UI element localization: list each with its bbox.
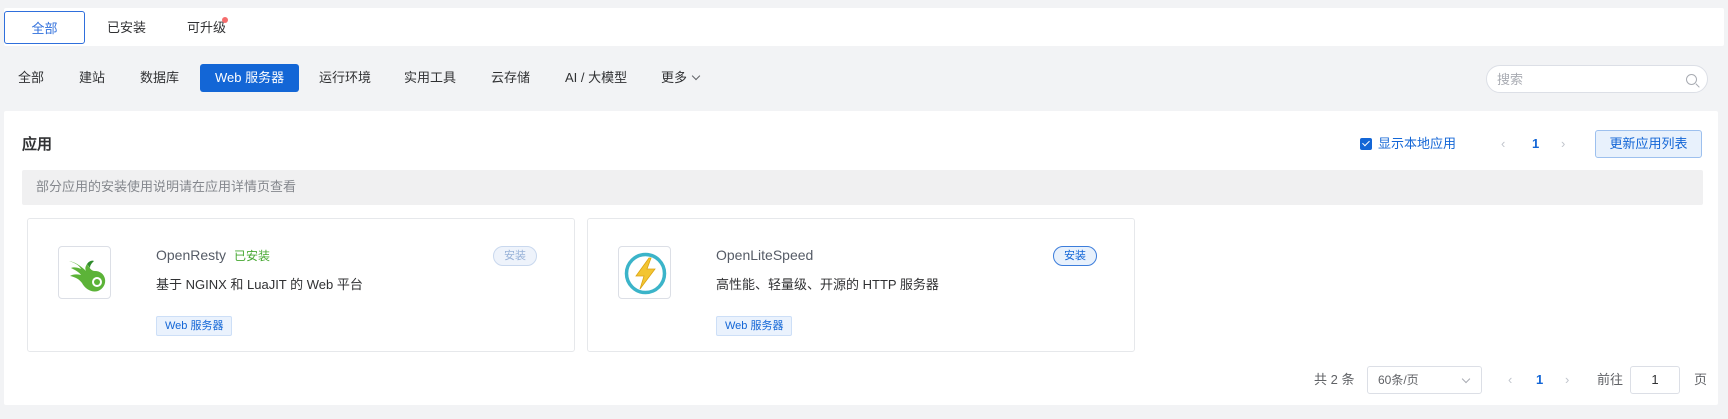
openlitespeed-logo (618, 246, 671, 299)
app-tag: Web 服务器 (716, 316, 793, 336)
install-button[interactable]: 安装 (493, 246, 537, 266)
show-local-apps-checkbox[interactable]: 显示本地应用 (1360, 135, 1456, 153)
prev-page-icon[interactable]: ‹ (1508, 372, 1512, 387)
category-database[interactable]: 数据库 (140, 64, 179, 92)
app-name-text: OpenLiteSpeed (716, 247, 814, 263)
next-page-icon[interactable]: › (1565, 372, 1569, 387)
page-suffix-label: 页 (1694, 372, 1708, 387)
category-runtime[interactable]: 运行环境 (319, 64, 371, 92)
app-card-openlitespeed[interactable]: OpenLiteSpeed 高性能、轻量级、开源的 HTTP 服务器 Web 服… (587, 218, 1135, 352)
search-icon[interactable] (1686, 74, 1697, 85)
goto-label: 前往 (1597, 372, 1624, 387)
notice-bar: 部分应用的安装使用说明请在应用详情页查看 (22, 170, 1703, 205)
update-app-list-button[interactable]: 更新应用列表 (1595, 130, 1702, 158)
installed-status-label: 已安装 (234, 249, 271, 263)
apps-panel: 应用 显示本地应用 ‹ 1 › 更新应用列表 部分应用的安装使用说明请在应用详情… (4, 111, 1718, 405)
app-tag: Web 服务器 (156, 316, 233, 336)
category-website[interactable]: 建站 (79, 64, 105, 92)
tab-upgradable[interactable]: 可升级 (169, 11, 244, 44)
chevron-down-icon (1461, 374, 1471, 384)
category-web-server[interactable]: Web 服务器 (200, 64, 300, 92)
openresty-logo (58, 246, 111, 299)
top-prev-page-icon[interactable]: ‹ (1501, 136, 1505, 151)
tab-all[interactable]: 全部 (4, 11, 85, 44)
page-size-select[interactable]: 60条/页 (1367, 366, 1482, 394)
search-box (1486, 65, 1708, 93)
category-ai[interactable]: AI / 大模型 (565, 64, 627, 92)
tab-upgradable-label: 可升级 (186, 20, 226, 35)
chevron-down-icon (691, 71, 701, 81)
category-cloud-storage[interactable]: 云存储 (491, 64, 530, 92)
app-description: 高性能、轻量级、开源的 HTTP 服务器 (716, 277, 939, 292)
category-more[interactable]: 更多 (661, 64, 701, 92)
show-local-apps-label: 显示本地应用 (1378, 136, 1457, 151)
top-page-number[interactable]: 1 (1532, 136, 1539, 151)
current-page-number[interactable]: 1 (1536, 372, 1543, 387)
app-name: OpenResty 已安装 (156, 247, 270, 264)
install-button[interactable]: 安装 (1053, 246, 1097, 266)
category-all[interactable]: 全部 (18, 64, 44, 92)
page-title: 应用 (22, 136, 53, 153)
app-name: OpenLiteSpeed (716, 247, 813, 263)
top-tab-bar: 全部 已安装 可升级 (4, 8, 1724, 46)
page-size-value: 60条/页 (1378, 373, 1419, 387)
checkbox-checked-icon (1360, 138, 1372, 150)
category-bar: 全部 建站 数据库 Web 服务器 运行环境 实用工具 云存储 AI / 大模型… (0, 62, 1728, 96)
total-count: 共 2 条 (1314, 372, 1355, 387)
category-tools[interactable]: 实用工具 (404, 64, 456, 92)
app-description: 基于 NGINX 和 LuaJIT 的 Web 平台 (156, 277, 363, 292)
goto-page-input[interactable]: 1 (1630, 366, 1680, 394)
top-next-page-icon[interactable]: › (1561, 136, 1565, 151)
upgrade-badge-dot (222, 17, 228, 23)
search-input[interactable] (1497, 70, 1677, 88)
tab-installed[interactable]: 已安装 (89, 11, 164, 44)
app-card-openresty[interactable]: OpenResty 已安装 基于 NGINX 和 LuaJIT 的 Web 平台 … (27, 218, 575, 352)
app-name-text: OpenResty (156, 247, 227, 263)
category-more-label: 更多 (661, 70, 688, 85)
